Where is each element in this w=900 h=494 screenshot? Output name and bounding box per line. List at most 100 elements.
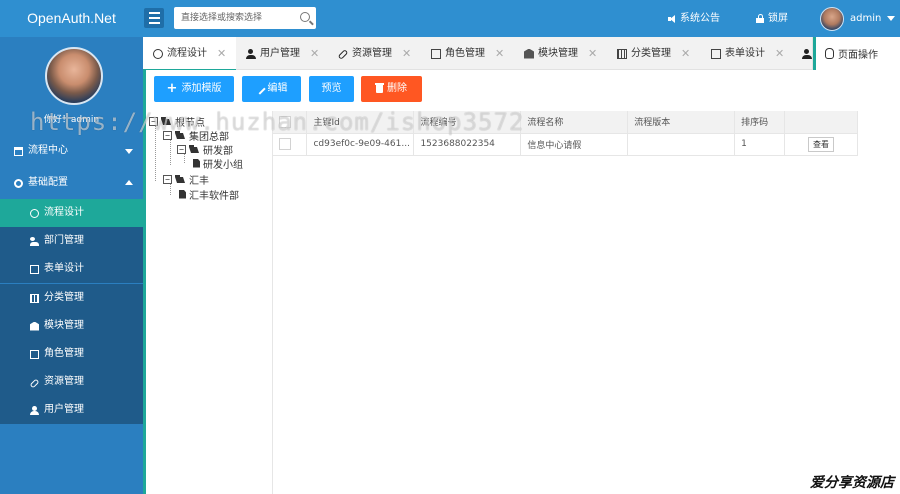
menu-toggle-button[interactable] xyxy=(144,8,164,28)
chevron-down-icon xyxy=(125,149,133,154)
tab-module-management[interactable]: 模块管理 ✕ xyxy=(514,37,607,70)
sidebar-group-basic-config[interactable]: 基础配置 xyxy=(0,169,143,197)
tree-node-label: 集团总部 xyxy=(189,131,229,143)
tab-flow-design[interactable]: 流程设计 ✕ xyxy=(143,37,236,71)
lock-screen-button[interactable]: 锁屏 xyxy=(756,0,788,37)
announcement-button[interactable]: 系统公告 xyxy=(668,0,720,37)
shop-watermark: 爱分享资源店 xyxy=(810,475,894,491)
row-checkbox[interactable] xyxy=(279,138,291,150)
table-header-row: 主键Id 流程编号 流程名称 流程版本 排序码 xyxy=(273,111,858,134)
sidebar-item-label: 部门管理 xyxy=(44,235,84,246)
cell-actions: 查看 xyxy=(784,133,858,156)
search-input[interactable] xyxy=(174,7,292,29)
column-header[interactable]: 排序码 xyxy=(734,111,786,134)
tab-role-management[interactable]: 角色管理 ✕ xyxy=(421,37,514,70)
add-template-button[interactable]: + 添加模版 xyxy=(154,76,234,102)
tab-category-management[interactable]: 分类管理 ✕ xyxy=(607,37,701,70)
file-icon xyxy=(193,158,200,168)
sidebar-group-process-center[interactable]: 流程中心 xyxy=(0,137,143,165)
close-icon[interactable]: ✕ xyxy=(310,37,319,70)
announcement-label: 系统公告 xyxy=(680,13,720,24)
tree-node-label: 研发小组 xyxy=(203,159,243,171)
lock-label: 锁屏 xyxy=(768,13,788,24)
tab-label: 流程设计 xyxy=(167,48,207,59)
sidebar-item-resource[interactable]: 资源管理 xyxy=(0,368,143,396)
tree-node[interactable]: 研发小组 xyxy=(193,156,243,171)
tree-node-root[interactable]: − 根节点 xyxy=(149,114,205,129)
sidebar-item-label: 模块管理 xyxy=(44,320,84,331)
select-all-checkbox[interactable] xyxy=(279,115,291,128)
sidebar-item-flow-design[interactable]: 流程设计 xyxy=(0,199,143,227)
tab-bar: 流程设计 ✕ 用户管理 ✕ 资源管理 ✕ 角色管理 ✕ 模块管理 ✕ 分类管理 … xyxy=(143,37,900,71)
sidebar-item-form-design[interactable]: 表单设计 xyxy=(0,255,143,283)
search-icon[interactable] xyxy=(300,12,310,22)
collapse-icon[interactable]: − xyxy=(177,144,186,154)
sidebar-item-label: 流程设计 xyxy=(44,207,84,218)
user-icon xyxy=(246,48,256,59)
delete-button[interactable]: 删除 xyxy=(361,76,422,102)
sidebar-item-category[interactable]: 分类管理 xyxy=(0,284,143,312)
close-icon[interactable]: ✕ xyxy=(588,37,597,70)
profile-avatar xyxy=(45,47,103,105)
tab-label: 分类管理 xyxy=(631,48,671,59)
tab-user-management[interactable]: 用户管理 ✕ xyxy=(236,37,328,70)
tab-overflow[interactable] xyxy=(794,37,812,70)
sidebar-group-label: 基础配置 xyxy=(28,177,68,188)
delete-label: 删除 xyxy=(387,83,407,94)
tab-resource-management[interactable]: 资源管理 ✕ xyxy=(328,37,421,70)
column-header[interactable]: 流程版本 xyxy=(627,111,736,134)
link-icon xyxy=(29,378,40,388)
sidebar-item-module[interactable]: 模块管理 xyxy=(0,312,143,340)
tree-node[interactable]: − 汇丰 xyxy=(163,172,209,187)
close-icon[interactable]: ✕ xyxy=(495,37,504,70)
close-icon[interactable]: ✕ xyxy=(217,37,226,70)
preview-label: 预览 xyxy=(321,83,342,94)
greeting-text: 你好！admin xyxy=(43,115,100,125)
sidebar-group-label: 流程中心 xyxy=(28,145,68,156)
tab-label: 角色管理 xyxy=(445,48,485,59)
sidebar-item-label: 表单设计 xyxy=(44,263,84,274)
tree-node-label: 汇丰软件部 xyxy=(189,190,239,202)
preview-button[interactable]: 预览 xyxy=(309,76,354,102)
tab-form-design[interactable]: 表单设计 ✕ xyxy=(701,37,794,70)
content-area: + 添加模版 编辑 预览 删除 − 根节点 − 集团总部 − 研发部 研发小组 … xyxy=(143,70,900,494)
collapse-icon[interactable]: − xyxy=(149,116,158,126)
link-icon xyxy=(337,49,349,60)
close-icon[interactable]: ✕ xyxy=(402,37,411,70)
column-header[interactable]: 流程编号 xyxy=(413,111,522,134)
user-icon xyxy=(802,48,812,59)
select-all-cell xyxy=(273,111,308,134)
column-header[interactable]: 流程名称 xyxy=(520,111,629,134)
table-row[interactable]: cd93ef0c-9e09-461... 1523688022354 信息中心请… xyxy=(273,133,858,156)
trash-icon xyxy=(375,83,384,93)
view-button[interactable]: 查看 xyxy=(808,136,835,152)
column-header[interactable]: 主键Id xyxy=(306,111,415,134)
folder-open-icon xyxy=(161,117,172,125)
flow-template-table: 主键Id 流程编号 流程名称 流程版本 排序码 cd93ef0c-9e09-46… xyxy=(272,111,900,494)
page-actions-button[interactable]: 页面操作 xyxy=(812,37,900,70)
user-icon xyxy=(30,405,39,415)
row-select-cell xyxy=(273,133,308,156)
app-logo[interactable]: OpenAuth.Net xyxy=(0,0,143,37)
collapse-icon[interactable]: − xyxy=(163,130,172,140)
tree-node[interactable]: 汇丰软件部 xyxy=(179,187,239,202)
tree-node-label: 汇丰 xyxy=(189,175,209,187)
sidebar-item-user[interactable]: 用户管理 xyxy=(0,396,143,424)
collapse-icon[interactable]: − xyxy=(163,174,172,184)
search-box[interactable] xyxy=(174,7,316,29)
flow-icon xyxy=(30,208,39,218)
username-label: admin xyxy=(850,13,882,24)
close-icon[interactable]: ✕ xyxy=(681,37,690,70)
tree-node[interactable]: − 研发部 xyxy=(177,142,233,157)
cell-id: cd93ef0c-9e09-461... xyxy=(306,133,415,156)
edit-button[interactable]: 编辑 xyxy=(242,76,301,102)
file-icon xyxy=(179,189,186,199)
sidebar-item-role[interactable]: 角色管理 xyxy=(0,340,143,368)
tree-node[interactable]: − 集团总部 xyxy=(163,128,229,143)
module-icon xyxy=(30,321,39,331)
close-icon[interactable]: ✕ xyxy=(775,37,784,70)
sidebar-item-department[interactable]: 部门管理 xyxy=(0,227,143,255)
user-menu[interactable]: admin xyxy=(820,0,896,37)
page-actions-label: 页面操作 xyxy=(838,50,878,61)
gear-icon xyxy=(14,178,23,188)
